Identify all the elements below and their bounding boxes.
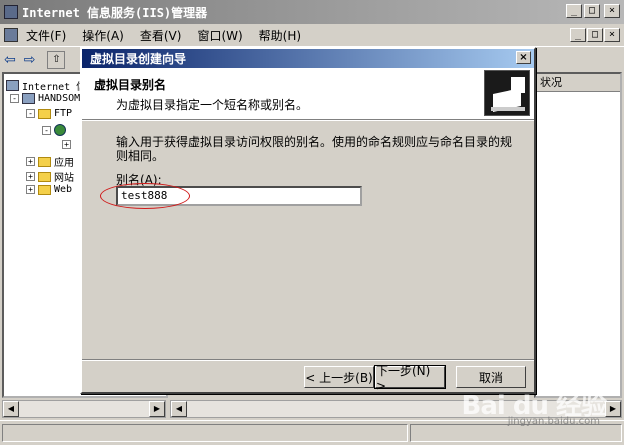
collapse-icon[interactable]: -: [26, 109, 35, 118]
up-level-icon[interactable]: ⇧: [47, 50, 66, 69]
tree-item-ftp-child[interactable]: +: [62, 140, 74, 149]
menu-view[interactable]: 查看(V): [140, 27, 182, 44]
folder-icon: [38, 108, 51, 119]
tree-item-server[interactable]: - HANDSOM: [10, 93, 80, 104]
server-icon: [22, 93, 35, 104]
maximize-button[interactable]: □: [584, 4, 600, 18]
menu-file[interactable]: 文件(F): [26, 27, 66, 44]
tree-item-ftp-site[interactable]: -: [42, 124, 69, 136]
mdi-restore-button[interactable]: □: [587, 28, 603, 42]
wizard-heading: 虚拟目录别名: [94, 78, 167, 92]
back-arrow-icon[interactable]: ⇦: [4, 52, 16, 68]
collapse-icon[interactable]: -: [42, 125, 51, 135]
wizard-body: 输入用于获得虚拟目录访问权限的别名。使用的命名规则应与命名目录的规则相同。 别名…: [82, 120, 534, 361]
expand-icon[interactable]: +: [26, 172, 35, 181]
iis-app-icon: [4, 5, 18, 19]
tree-label-server: HANDSOM: [38, 93, 81, 104]
window-controls: _ □ ×: [566, 4, 620, 18]
wizard-close-button[interactable]: ×: [516, 51, 531, 64]
tree-item-web[interactable]: + Web: [26, 184, 72, 195]
wizard-printer-graphic-icon: [484, 70, 530, 116]
scroll-left-icon[interactable]: ◀: [3, 401, 19, 417]
minimize-button[interactable]: _: [566, 4, 582, 18]
wizard-header: 虚拟目录别名 为虚拟目录指定一个短名称或别名。: [82, 68, 534, 120]
expand-icon[interactable]: +: [26, 185, 35, 194]
main-title-bar: Internet 信息服务(IIS)管理器 _ □ ×: [0, 0, 624, 24]
tree-horizontal-scrollbar[interactable]: ◀ ▶: [2, 400, 166, 418]
status-cell-main: [2, 424, 408, 442]
expand-icon[interactable]: +: [62, 140, 71, 149]
folder-icon: [38, 171, 51, 182]
wizard-description: 输入用于获得虚拟目录访问权限的别名。使用的命名规则应与命名目录的规则相同。: [116, 135, 513, 163]
cancel-button[interactable]: 取消: [456, 366, 526, 388]
alias-input[interactable]: test888: [116, 186, 362, 206]
mdi-close-button[interactable]: ×: [604, 28, 620, 42]
collapse-icon[interactable]: -: [10, 94, 19, 103]
scroll-left-icon[interactable]: ◀: [171, 401, 187, 417]
details-pane[interactable]: 状况: [534, 72, 622, 398]
tree-label-ftp: FTP: [54, 108, 73, 119]
mdi-controls: _ □ ×: [570, 28, 620, 42]
mmc-console-icon[interactable]: [4, 28, 18, 42]
details-horizontal-scrollbar[interactable]: ◀ ▶: [170, 400, 622, 418]
tree-item-site[interactable]: + 网站: [26, 169, 74, 184]
menu-window[interactable]: 窗口(W): [197, 27, 242, 44]
menu-action[interactable]: 操作(A): [82, 27, 124, 44]
iis-root-icon: [6, 80, 19, 91]
wizard-title: 虚拟目录创建向导: [90, 52, 187, 66]
folder-icon: [38, 184, 51, 195]
next-button[interactable]: 下一步(N) >: [374, 364, 446, 393]
window-title: Internet 信息服务(IIS)管理器: [22, 5, 208, 20]
status-cell-secondary: [410, 424, 622, 442]
tree-label-root: Internet 信: [22, 82, 87, 93]
expand-icon[interactable]: +: [26, 157, 35, 166]
tree-item-app[interactable]: + 应用: [26, 154, 74, 169]
tree-label-web: Web: [54, 184, 73, 195]
tree-item-ftp[interactable]: - FTP: [26, 108, 72, 119]
forward-arrow-icon[interactable]: ⇨: [24, 52, 36, 68]
ftp-site-globe-icon: [54, 124, 66, 136]
tree-label-site: 网站: [54, 173, 74, 184]
scroll-right-icon[interactable]: ▶: [149, 401, 165, 417]
tree-item-root[interactable]: Internet 信: [6, 78, 86, 93]
wizard-title-bar[interactable]: 虚拟目录创建向导 ×: [82, 49, 534, 68]
back-button[interactable]: < 上一步(B): [304, 366, 374, 388]
folder-icon: [38, 156, 51, 167]
tree-label-app: 应用: [54, 158, 74, 169]
column-header-status[interactable]: 状况: [536, 74, 620, 92]
mdi-minimize-button[interactable]: _: [570, 28, 586, 42]
wizard-subheading: 为虚拟目录指定一个短名称或别名。: [116, 98, 309, 112]
wizard-footer: < 上一步(B) 下一步(N) > 取消: [82, 360, 534, 394]
menu-bar: 文件(F) 操作(A) 查看(V) 窗口(W) 帮助(H) _ □ ×: [0, 24, 624, 46]
menu-help[interactable]: 帮助(H): [259, 27, 301, 44]
close-button[interactable]: ×: [604, 4, 620, 18]
scroll-right-icon[interactable]: ▶: [605, 401, 621, 417]
virtual-directory-wizard: 虚拟目录创建向导 × 虚拟目录别名 为虚拟目录指定一个短名称或别名。 输入用于获…: [80, 47, 536, 394]
status-bar: [0, 420, 624, 445]
